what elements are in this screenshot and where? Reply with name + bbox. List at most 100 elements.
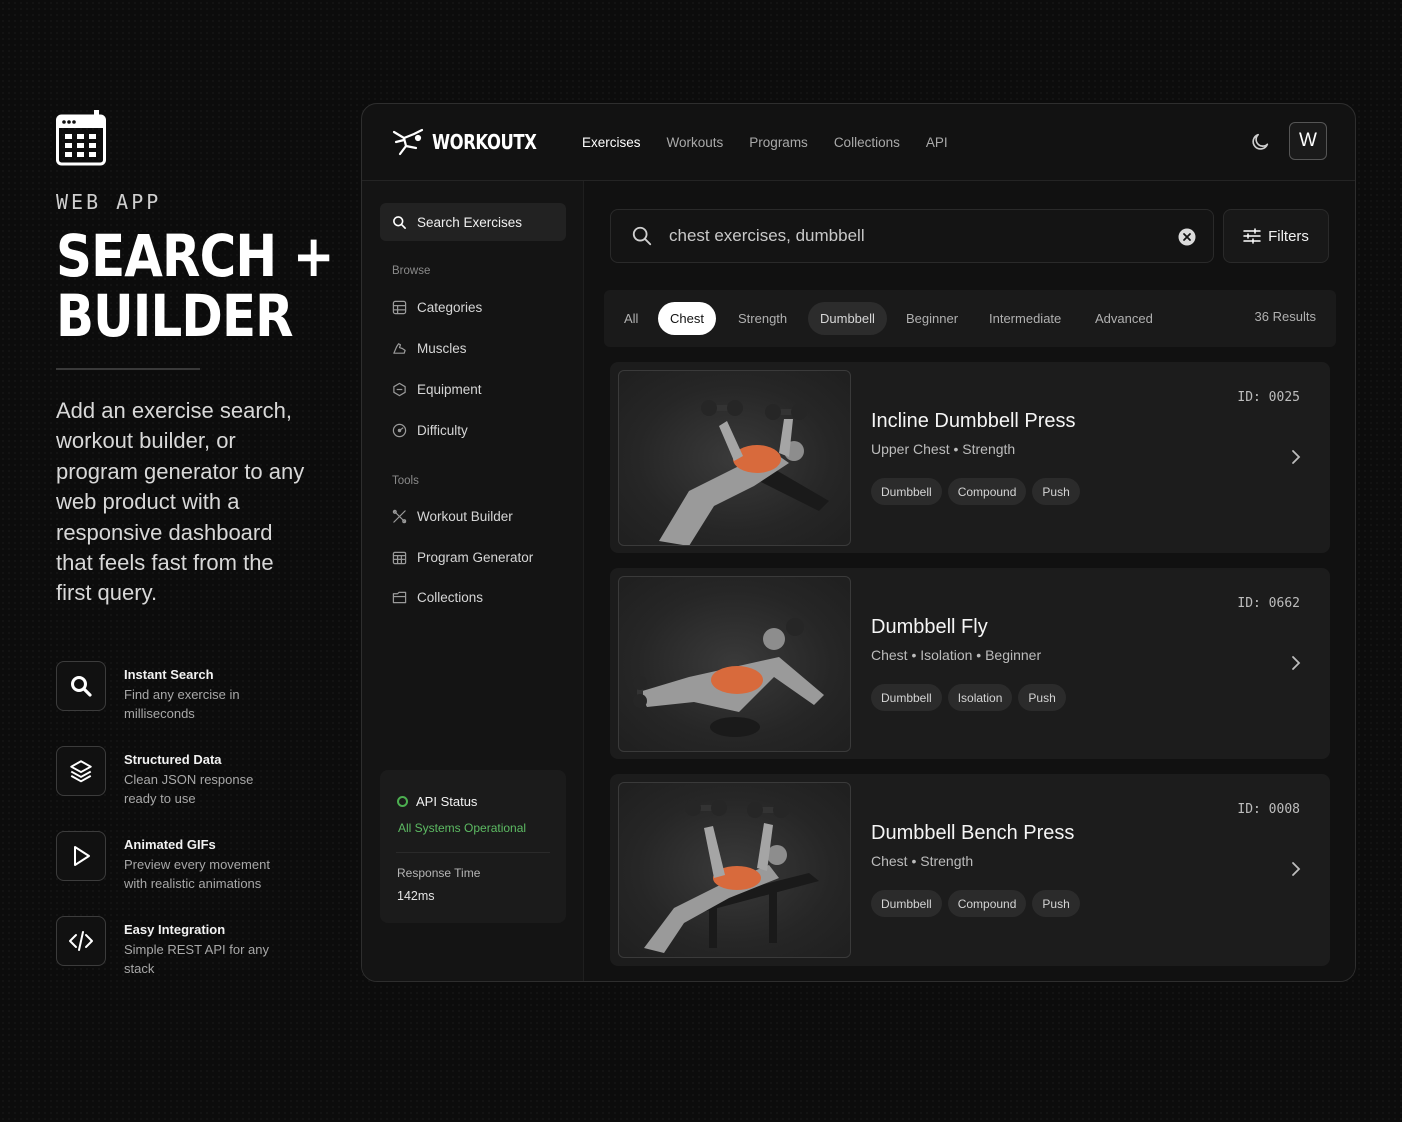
exercise-subtitle: Chest • Strength (871, 853, 974, 869)
search-input[interactable]: chest exercises, dumbbell (610, 209, 1214, 263)
sidebar-item-label: Muscles (417, 341, 467, 356)
feature-title: Easy Integration (124, 921, 226, 937)
exercise-card[interactable]: ID: 0008 Dumbbell Bench Press Chest • St… (610, 774, 1330, 966)
grid-icon (392, 300, 407, 315)
chevron-right-icon[interactable] (1290, 448, 1302, 466)
tag: Compound (947, 478, 1027, 505)
filters-button[interactable]: Filters (1223, 209, 1329, 263)
exercise-tags: Dumbbell Isolation Push (871, 684, 1066, 711)
results-number: 36 (1254, 309, 1270, 324)
chip-chest[interactable]: Chest (658, 302, 716, 335)
feature-item: Instant Search Find any exercise in mill… (56, 660, 316, 746)
search-value: chest exercises, dumbbell (669, 226, 865, 245)
brand-logo[interactable]: WORKOUTX (392, 128, 559, 156)
nav-api[interactable]: API (926, 135, 948, 150)
sidebar-item-difficulty[interactable]: Difficulty (392, 423, 468, 438)
nav-collections[interactable]: Collections (834, 135, 900, 150)
feature-desc: Clean JSON response ready to use (124, 771, 254, 806)
chip-intermediate[interactable]: Intermediate (977, 302, 1073, 335)
layers-icon (56, 745, 106, 796)
exercise-card[interactable]: ID: 0025 Incline Dumbbell Press Upper Ch… (610, 362, 1330, 553)
sidebar-item-collections[interactable]: Collections (392, 590, 483, 605)
chevron-right-icon[interactable] (1290, 654, 1302, 672)
exercise-card[interactable]: ID: 0662 Dumbbell Fly Chest • Isolation … (610, 568, 1330, 759)
chip-all[interactable]: All (612, 302, 650, 335)
feature-title: Structured Data (124, 751, 222, 767)
incline-press-illustration (659, 400, 829, 545)
exercise-subtitle: Upper Chest • Strength (871, 441, 1016, 457)
hero-title: SEARCH + BUILDER (56, 222, 335, 350)
tag: Dumbbell (871, 478, 942, 505)
exercise-title: Incline Dumbbell Press (871, 410, 1076, 432)
sidebar-item-label: Program Generator (417, 550, 534, 565)
api-status-card: API Status All Systems Operational Respo… (380, 770, 566, 923)
moon-icon[interactable] (1249, 131, 1271, 153)
exercise-tags: Dumbbell Compound Push (871, 890, 1080, 917)
chip-dumbbell[interactable]: Dumbbell (808, 302, 887, 335)
status-dot-icon (397, 796, 408, 807)
clear-search-icon[interactable] (1177, 227, 1197, 247)
browse-heading: Browse (392, 265, 431, 277)
sidebar: Search Exercises Browse Categories Muscl… (362, 181, 584, 981)
results-label: Results (1272, 309, 1316, 324)
exercise-thumbnail (618, 576, 851, 752)
nav-programs[interactable]: Programs (749, 135, 808, 150)
results-count: 36 Results (1255, 309, 1316, 324)
sidebar-item-categories[interactable]: Categories (392, 300, 482, 315)
exercise-subtitle: Chest • Isolation • Beginner (871, 647, 1042, 663)
api-status-title: API Status (416, 794, 478, 809)
tag: Dumbbell (871, 684, 942, 711)
sidebar-search-button[interactable]: Search Exercises (380, 203, 566, 241)
divider (56, 368, 200, 370)
feature-title: Instant Search (124, 666, 214, 682)
sliders-icon (1243, 228, 1261, 244)
sidebar-item-label: Categories (417, 300, 483, 315)
exercise-thumbnail (618, 370, 851, 546)
hero-description: Add an exercise search, workout builder,… (56, 398, 305, 606)
app-window: WORKOUTX Exercises Workouts Programs Col… (361, 103, 1356, 982)
bench-press-illustration (644, 800, 819, 953)
feature-title: Animated GIFs (124, 836, 216, 852)
sidebar-search-label: Search Exercises (417, 214, 523, 230)
nav-workouts[interactable]: Workouts (667, 135, 724, 150)
exercise-thumbnail (618, 782, 851, 958)
tag: Push (1032, 890, 1080, 917)
response-time-label: Response Time (397, 866, 481, 880)
sidebar-item-label: Equipment (417, 382, 482, 397)
eyebrow-label: WEB APP (56, 190, 162, 214)
divider (396, 852, 550, 853)
sidebar-item-workout-builder[interactable]: Workout Builder (392, 509, 513, 524)
sidebar-item-muscles[interactable]: Muscles (392, 341, 467, 356)
hero-line-1: SEARCH + (56, 222, 335, 290)
hero-line-2: BUILDER (56, 282, 294, 350)
chevron-right-icon[interactable] (1290, 860, 1302, 878)
tag: Dumbbell (871, 890, 942, 917)
sidebar-item-label: Difficulty (417, 423, 468, 438)
exercise-title: Dumbbell Fly (871, 616, 988, 638)
chip-advanced[interactable]: Advanced (1083, 302, 1165, 335)
feature-item: Animated GIFs Preview every movement wit… (56, 830, 316, 916)
exercise-tags: Dumbbell Compound Push (871, 478, 1080, 505)
tools-heading: Tools (392, 475, 419, 487)
exercise-title: Dumbbell Bench Press (871, 822, 1075, 844)
tag: Isolation (947, 684, 1013, 711)
search-icon (632, 226, 652, 246)
chip-strength[interactable]: Strength (726, 302, 799, 335)
marketing-panel: WEB APP SEARCH + BUILDER Add an exercise… (56, 110, 335, 1001)
calendar-icon (392, 551, 407, 565)
folder-icon (392, 591, 407, 604)
main-content: chest exercises, dumbbell Filters All Ch… (584, 181, 1355, 981)
sidebar-item-equipment[interactable]: Equipment (392, 382, 482, 397)
brand-name: WORKOUTX (432, 130, 537, 154)
chip-beginner[interactable]: Beginner (894, 302, 970, 335)
feature-desc: Preview every movement with realistic an… (124, 856, 270, 891)
filter-chip-bar: All Chest Strength Dumbbell Beginner Int… (604, 290, 1336, 347)
avatar[interactable]: W (1289, 122, 1327, 160)
feature-item: Structured Data Clean JSON response read… (56, 745, 316, 831)
nav-exercises[interactable]: Exercises (582, 135, 641, 150)
exercise-id: ID: 0025 (1237, 390, 1300, 405)
sidebar-item-program-generator[interactable]: Program Generator (392, 550, 533, 565)
filters-label: Filters (1268, 227, 1309, 245)
tag: Push (1018, 684, 1066, 711)
main-nav: Exercises Workouts Programs Collections … (582, 104, 948, 181)
